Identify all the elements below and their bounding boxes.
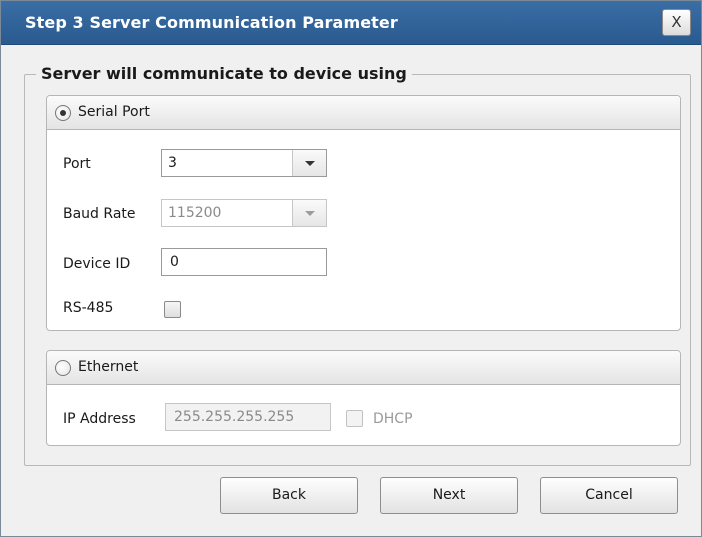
- dhcp-label: DHCP: [373, 411, 413, 427]
- ethernet-label[interactable]: Ethernet: [78, 359, 138, 375]
- dhcp-checkbox[interactable]: [346, 410, 363, 427]
- ethernet-radio[interactable]: [55, 360, 71, 376]
- ethernet-group: Ethernet IP Address 255.255.255.255 DHCP: [46, 350, 681, 446]
- baud-rate-label: Baud Rate: [63, 206, 136, 222]
- ip-address-value: 255.255.255.255: [174, 409, 295, 425]
- serial-port-radio[interactable]: [55, 105, 71, 121]
- port-label: Port: [63, 156, 91, 172]
- device-id-label: Device ID: [63, 256, 131, 272]
- serial-port-group: Serial Port Port 3 Baud Rate 115200 Devi…: [46, 95, 681, 331]
- fieldset-legend: Server will communicate to device using: [36, 64, 412, 83]
- baud-rate-dropdown-arrow-icon[interactable]: [292, 200, 326, 226]
- dialog-title: Step 3 Server Communication Parameter: [25, 13, 398, 32]
- cancel-button[interactable]: Cancel: [540, 477, 678, 514]
- port-dropdown-arrow-icon[interactable]: [292, 150, 326, 176]
- back-button[interactable]: Back: [220, 477, 358, 514]
- communication-parameter-dialog: Step 3 Server Communication Parameter X …: [0, 0, 702, 537]
- device-id-value: 0: [170, 254, 179, 270]
- port-value: 3: [168, 155, 177, 171]
- ip-address-label: IP Address: [63, 411, 136, 427]
- next-button[interactable]: Next: [380, 477, 518, 514]
- rs485-checkbox[interactable]: [164, 301, 181, 318]
- baud-rate-select[interactable]: 115200: [161, 199, 327, 227]
- serial-port-label[interactable]: Serial Port: [78, 104, 150, 120]
- serial-port-header[interactable]: Serial Port: [47, 96, 680, 130]
- title-bar: Step 3 Server Communication Parameter X: [1, 1, 701, 45]
- device-id-input[interactable]: 0: [161, 248, 327, 276]
- close-button[interactable]: X: [662, 9, 691, 36]
- port-select[interactable]: 3: [161, 149, 327, 177]
- ip-address-input[interactable]: 255.255.255.255: [165, 403, 331, 431]
- rs485-label: RS-485: [63, 300, 114, 316]
- ethernet-header[interactable]: Ethernet: [47, 351, 680, 385]
- baud-rate-value: 115200: [168, 205, 222, 221]
